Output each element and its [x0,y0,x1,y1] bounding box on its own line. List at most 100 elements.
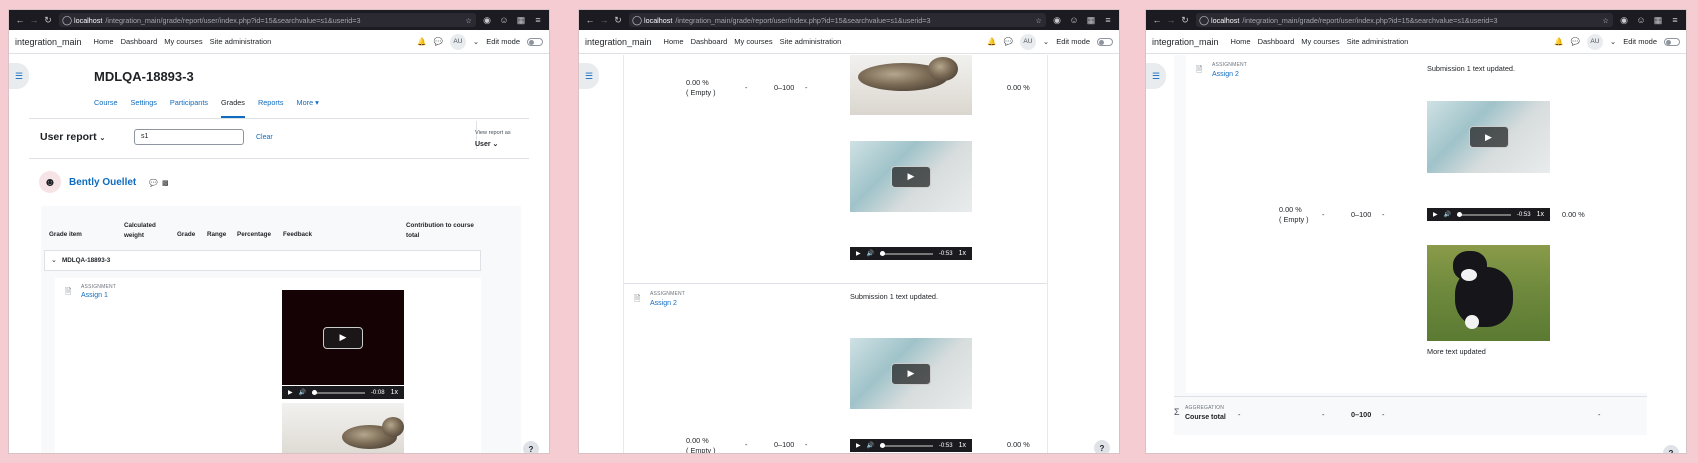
edit-mode-toggle[interactable] [1664,37,1680,46]
play-button[interactable]: ▶ [891,165,931,188]
menu-icon[interactable]: ≡ [531,13,545,27]
help-button[interactable]: ? [523,441,539,453]
menu-icon[interactable]: ≡ [1668,13,1682,27]
nav-link-my-courses[interactable]: My courses [1301,37,1339,46]
notifications-icon[interactable]: 🔔 [987,37,996,46]
forward-icon[interactable]: → [597,13,611,27]
video-progress-slider[interactable] [880,442,933,448]
menu-icon[interactable]: ≡ [1101,13,1115,27]
playback-speed[interactable]: 1x [959,250,966,257]
back-icon[interactable]: ← [583,13,597,27]
forward-icon[interactable]: → [1164,13,1178,27]
view-report-as-select[interactable]: User ⌄ [475,140,498,148]
volume-icon[interactable]: 🔊 [867,250,874,257]
help-button[interactable]: ? [1663,445,1679,453]
extensions-icon[interactable]: ▦ [514,13,528,27]
reload-icon[interactable]: ↻ [611,13,625,27]
edit-mode-toggle[interactable] [1097,37,1113,46]
url-bar[interactable]: ◯ localhost/integration_main/grade/repor… [1196,13,1613,27]
extensions-icon[interactable]: ▦ [1651,13,1665,27]
assign2-link[interactable]: Assign 2 [1212,71,1239,78]
back-icon[interactable]: ← [1150,13,1164,27]
user-fullname[interactable]: Bently Ouellet [69,177,136,188]
feedback-video-player[interactable]: ▶ [850,141,972,212]
volume-icon[interactable]: 🔊 [1444,211,1451,218]
bookmark-star-icon[interactable]: ☆ [1036,16,1042,25]
nav-link-my-courses[interactable]: My courses [734,37,772,46]
avatar[interactable]: AU [1586,33,1603,50]
play-icon[interactable]: ▶ [1433,211,1438,218]
nav-link-dashboard[interactable]: Dashboard [691,37,728,46]
account-icon[interactable]: ☺ [1634,13,1648,27]
reload-icon[interactable]: ↻ [41,13,55,27]
messages-icon[interactable]: 💬 [434,37,443,46]
video-progress-slider[interactable] [1457,211,1511,217]
play-icon[interactable]: ▶ [288,389,293,396]
nav-link-home[interactable]: Home [664,37,684,46]
help-button[interactable]: ? [1094,440,1110,453]
site-brand[interactable]: integration_main [15,37,82,47]
search-input[interactable]: s1 [134,129,244,145]
contact-card-icon[interactable]: ▩ [162,179,169,187]
chevron-down-icon[interactable]: ⌄ [1043,37,1049,46]
account-icon[interactable]: ☺ [497,13,511,27]
chevron-down-icon[interactable]: ⌄ [51,256,57,264]
url-bar[interactable]: ◯ localhost/integration_main/grade/repor… [629,13,1046,27]
notifications-icon[interactable]: 🔔 [1554,37,1563,46]
avatar[interactable]: AU [1019,33,1036,50]
report-selector[interactable]: User report ⌄ [40,131,105,143]
assign2-link[interactable]: Assign 2 [650,300,677,307]
chevron-down-icon[interactable]: ⌄ [1610,37,1616,46]
clear-button[interactable]: Clear [256,134,273,141]
messages-icon[interactable]: 💬 [1004,37,1013,46]
playback-speed[interactable]: 1x [1537,211,1544,218]
pocket-icon[interactable]: ◉ [1050,13,1064,27]
playback-speed[interactable]: 1x [391,389,398,396]
video-progress-slider[interactable] [312,389,365,395]
feedback-video-player[interactable]: ▶ [1427,101,1550,173]
nav-link-site-administration[interactable]: Site administration [780,37,842,46]
tab-settings[interactable]: Settings [131,98,157,118]
play-button[interactable]: ▶ [323,326,363,349]
assign1-link[interactable]: Assign 1 [81,292,108,299]
forward-icon[interactable]: → [27,13,41,27]
tab-participants[interactable]: Participants [170,98,208,118]
nav-link-dashboard[interactable]: Dashboard [121,37,158,46]
edit-mode-toggle[interactable] [527,37,543,46]
tab-course[interactable]: Course [94,98,118,118]
tab-grades[interactable]: Grades [221,98,245,118]
messages-icon[interactable]: 💬 [1571,37,1580,46]
nav-link-dashboard[interactable]: Dashboard [1258,37,1295,46]
playback-speed[interactable]: 1x [959,442,966,449]
account-icon[interactable]: ☺ [1067,13,1081,27]
tab-reports[interactable]: Reports [258,98,284,118]
url-bar[interactable]: ◯ localhost/integration_main/grade/repor… [59,13,476,27]
volume-icon[interactable]: 🔊 [299,389,306,396]
play-icon[interactable]: ▶ [856,250,861,257]
site-brand[interactable]: integration_main [585,37,652,47]
feedback-video-player[interactable]: ▶ [282,290,404,385]
nav-link-site-administration[interactable]: Site administration [210,37,272,46]
video-progress-slider[interactable] [880,250,933,256]
nav-link-home[interactable]: Home [94,37,114,46]
site-brand[interactable]: integration_main [1152,37,1219,47]
bookmark-star-icon[interactable]: ☆ [1603,16,1609,25]
pocket-icon[interactable]: ◉ [1617,13,1631,27]
nav-link-home[interactable]: Home [1231,37,1251,46]
volume-icon[interactable]: 🔊 [867,442,874,449]
feedback-video-player[interactable]: ▶ [850,338,972,409]
nav-link-site-administration[interactable]: Site administration [1347,37,1409,46]
tab-more[interactable]: More ▾ [297,98,319,118]
message-icon[interactable]: 💬 [149,179,158,187]
back-icon[interactable]: ← [13,13,27,27]
play-button[interactable]: ▶ [1468,126,1509,148]
avatar[interactable]: AU [449,33,466,50]
notifications-icon[interactable]: 🔔 [417,37,426,46]
pocket-icon[interactable]: ◉ [480,13,494,27]
play-button[interactable]: ▶ [891,362,931,385]
extensions-icon[interactable]: ▦ [1084,13,1098,27]
chevron-down-icon[interactable]: ⌄ [473,37,479,46]
bookmark-star-icon[interactable]: ☆ [466,16,472,25]
play-icon[interactable]: ▶ [856,442,861,449]
nav-link-my-courses[interactable]: My courses [164,37,202,46]
